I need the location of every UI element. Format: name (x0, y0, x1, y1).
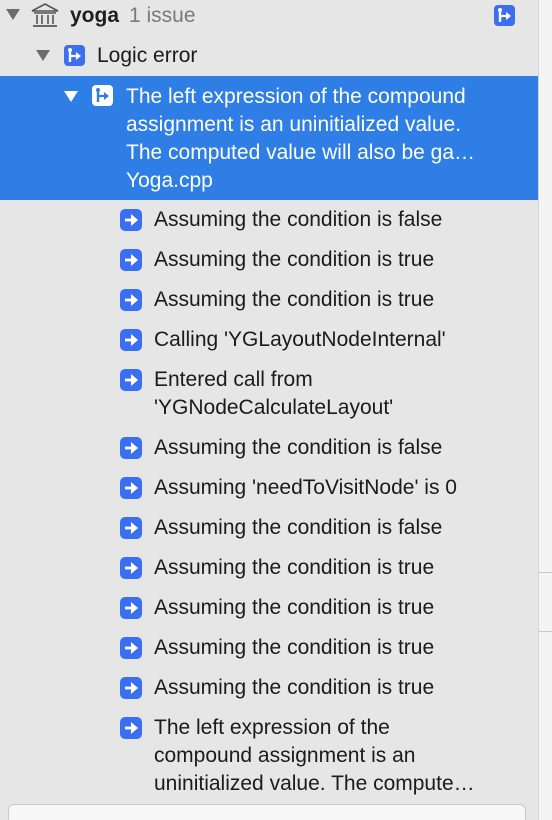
issue-file-name: Yoga.cpp (126, 169, 213, 192)
issue-step-row[interactable]: Assuming the condition is false (0, 206, 538, 246)
issue-step-text: Assuming the condition is true (154, 636, 435, 659)
arrow-right-icon (120, 557, 142, 579)
filter-search-field[interactable] (8, 804, 526, 820)
arrow-right-icon (120, 477, 142, 499)
navigator-panel: yoga 1 issue Logic error The left expres… (0, 0, 538, 820)
issue-step-row[interactable]: Assuming the condition is true (0, 634, 538, 674)
arrow-right-icon (120, 289, 142, 311)
issue-step-text: uninitialized value. The compute… (154, 772, 475, 795)
issue-branch-icon[interactable] (494, 5, 515, 26)
issue-step-text: Assuming the condition is false (154, 516, 443, 539)
issue-navigator: yoga 1 issue Logic error The left expres… (0, 0, 552, 820)
issue-step-row[interactable]: Assuming the condition is true (0, 246, 538, 286)
arrow-right-icon (120, 249, 142, 271)
issue-branch-icon (92, 85, 113, 106)
issue-step-text: Entered call from (154, 368, 313, 391)
issue-step-row[interactable]: Assuming the condition is true (0, 286, 538, 326)
issue-step-row[interactable]: Assuming the condition is true (0, 554, 538, 594)
issue-step-text: Assuming the condition is true (154, 596, 435, 619)
issue-count: 1 issue (129, 4, 196, 27)
issue-step-text: compound assignment is an (154, 744, 416, 767)
issue-step-text: Assuming the condition is true (154, 288, 435, 311)
arrow-right-icon (120, 209, 142, 231)
arrow-right-icon (120, 717, 142, 739)
issue-step-row[interactable]: Calling 'YGLayoutNodeInternal' (0, 326, 538, 366)
issue-step-text: The left expression of the (154, 716, 390, 739)
arrow-right-icon (120, 637, 142, 659)
arrow-right-icon (120, 329, 142, 351)
disclosure-triangle-category[interactable] (36, 50, 50, 61)
issue-step-row[interactable]: Assuming the condition is true (0, 674, 538, 714)
issue-step-row[interactable]: The left expression of the compound assig… (0, 714, 538, 810)
arrow-right-icon (120, 677, 142, 699)
arrow-right-icon (120, 597, 142, 619)
project-building-icon (30, 2, 60, 30)
issue-step-row[interactable]: Assuming the condition is true (0, 594, 538, 634)
editor-gutter-edge (538, 0, 552, 820)
issue-step-text: 'YGNodeCalculateLayout' (154, 396, 394, 419)
arrow-right-icon (120, 437, 142, 459)
selected-issue-row[interactable]: The left expression of the compound assi… (0, 76, 538, 200)
issue-message-line: The left expression of the compound (126, 85, 466, 108)
issue-step-row[interactable]: Assuming 'needToVisitNode' is 0 (0, 474, 538, 514)
issue-step-text: Assuming the condition is false (154, 208, 443, 231)
disclosure-triangle-project[interactable] (6, 9, 20, 20)
issue-step-text: Assuming the condition is false (154, 436, 443, 459)
arrow-right-icon (120, 369, 142, 391)
arrow-right-icon (120, 517, 142, 539)
issue-message-line: The computed value will also be ga… (126, 141, 476, 164)
project-name[interactable]: yoga (70, 2, 119, 30)
issue-step-text: Assuming the condition is true (154, 556, 435, 579)
issue-step-text: Assuming the condition is true (154, 676, 435, 699)
issue-step-row[interactable]: Entered call from 'YGNodeCalculateLayout' (0, 366, 538, 434)
disclosure-triangle-issue[interactable] (64, 91, 78, 102)
issue-step-text: Assuming the condition is true (154, 248, 435, 271)
category-label[interactable]: Logic error (97, 42, 197, 70)
issue-branch-icon (64, 45, 85, 66)
issue-message-line: assignment is an uninitialized value. (126, 113, 462, 136)
issue-step-row[interactable]: Assuming the condition is false (0, 434, 538, 474)
issue-step-text: Calling 'YGLayoutNodeInternal' (154, 328, 446, 351)
issue-step-row[interactable]: Assuming the condition is false (0, 514, 538, 554)
issue-step-text: Assuming 'needToVisitNode' is 0 (154, 476, 457, 499)
